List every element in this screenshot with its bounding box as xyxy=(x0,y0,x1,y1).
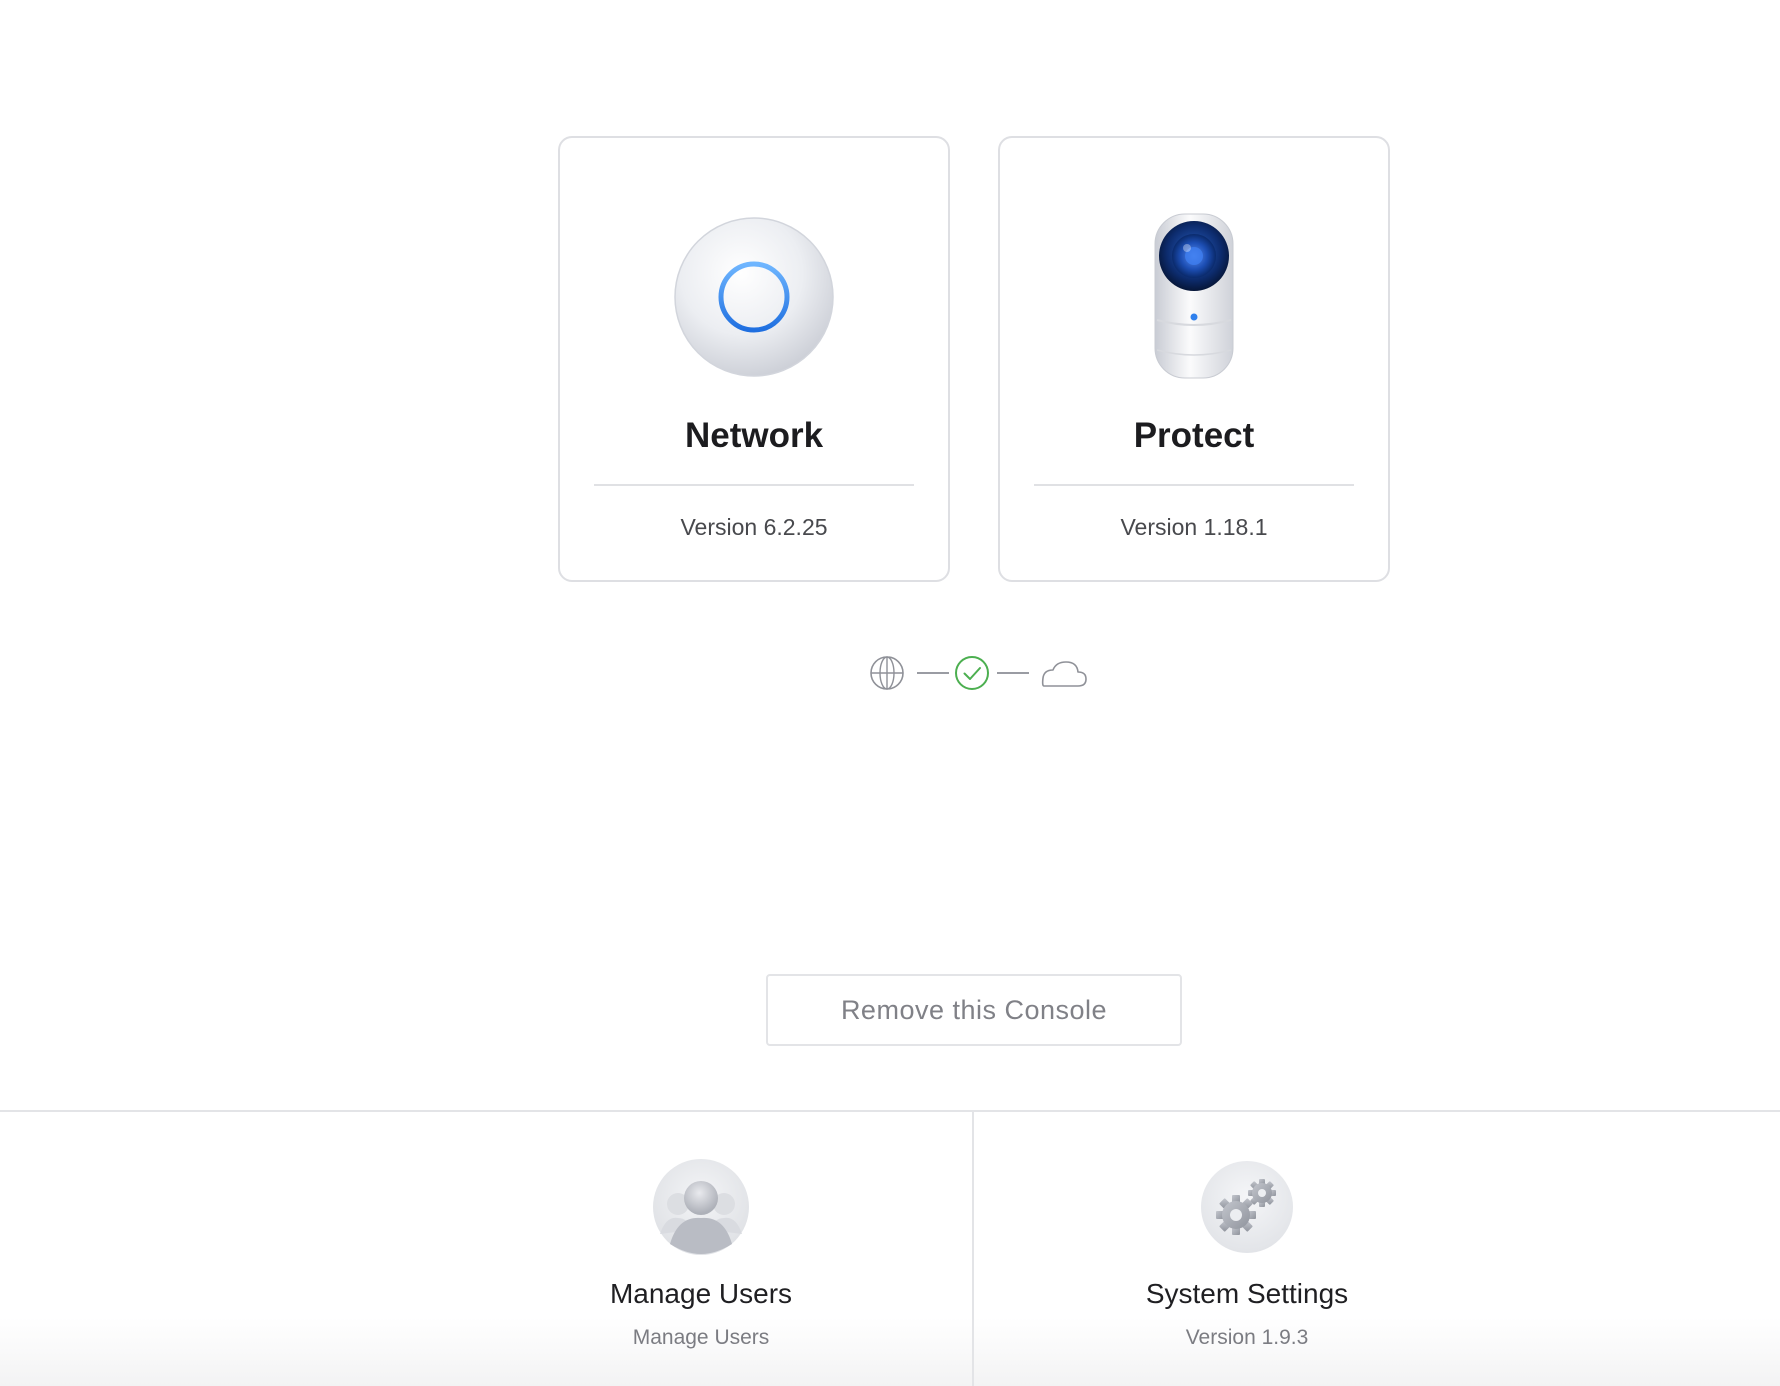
tile-title: Manage Users xyxy=(609,1278,793,1309)
tile-title: System Settings xyxy=(1145,1278,1349,1309)
globe-icon xyxy=(870,656,904,690)
manage-users-tile[interactable]: Manage Users Manage Users xyxy=(0,1112,972,1386)
system-settings-tile[interactable]: System Settings Version 1.9.3 xyxy=(974,1112,1780,1386)
app-name: Protect xyxy=(1133,416,1255,455)
app-card-protect[interactable]: Protect Version 1.18.1 xyxy=(998,136,1390,582)
tile-subtitle: Manage Users xyxy=(632,1326,770,1349)
app-card-network[interactable]: Network Version 6.2.25 xyxy=(558,136,950,582)
camera-icon xyxy=(1154,213,1234,379)
remove-console-button[interactable]: Remove this Console xyxy=(766,974,1182,1046)
tile-subtitle: Version 1.9.3 xyxy=(1185,1326,1309,1349)
app-name: Network xyxy=(684,416,824,455)
divider xyxy=(1034,484,1354,486)
access-point-icon xyxy=(674,217,834,377)
console-page: Network Version 6.2.25 Protect Version 1… xyxy=(0,0,1780,1386)
app-version: Version 1.18.1 xyxy=(1120,514,1268,540)
app-version: Version 6.2.25 xyxy=(680,514,828,540)
check-circle-icon xyxy=(955,656,989,690)
bottom-section: Manage Users Manage Users System Setting… xyxy=(0,1110,1780,1386)
connection-status xyxy=(870,656,1087,690)
gears-icon xyxy=(1201,1161,1293,1253)
cloud-icon xyxy=(1041,661,1087,687)
divider xyxy=(594,484,914,486)
users-icon xyxy=(653,1159,749,1255)
